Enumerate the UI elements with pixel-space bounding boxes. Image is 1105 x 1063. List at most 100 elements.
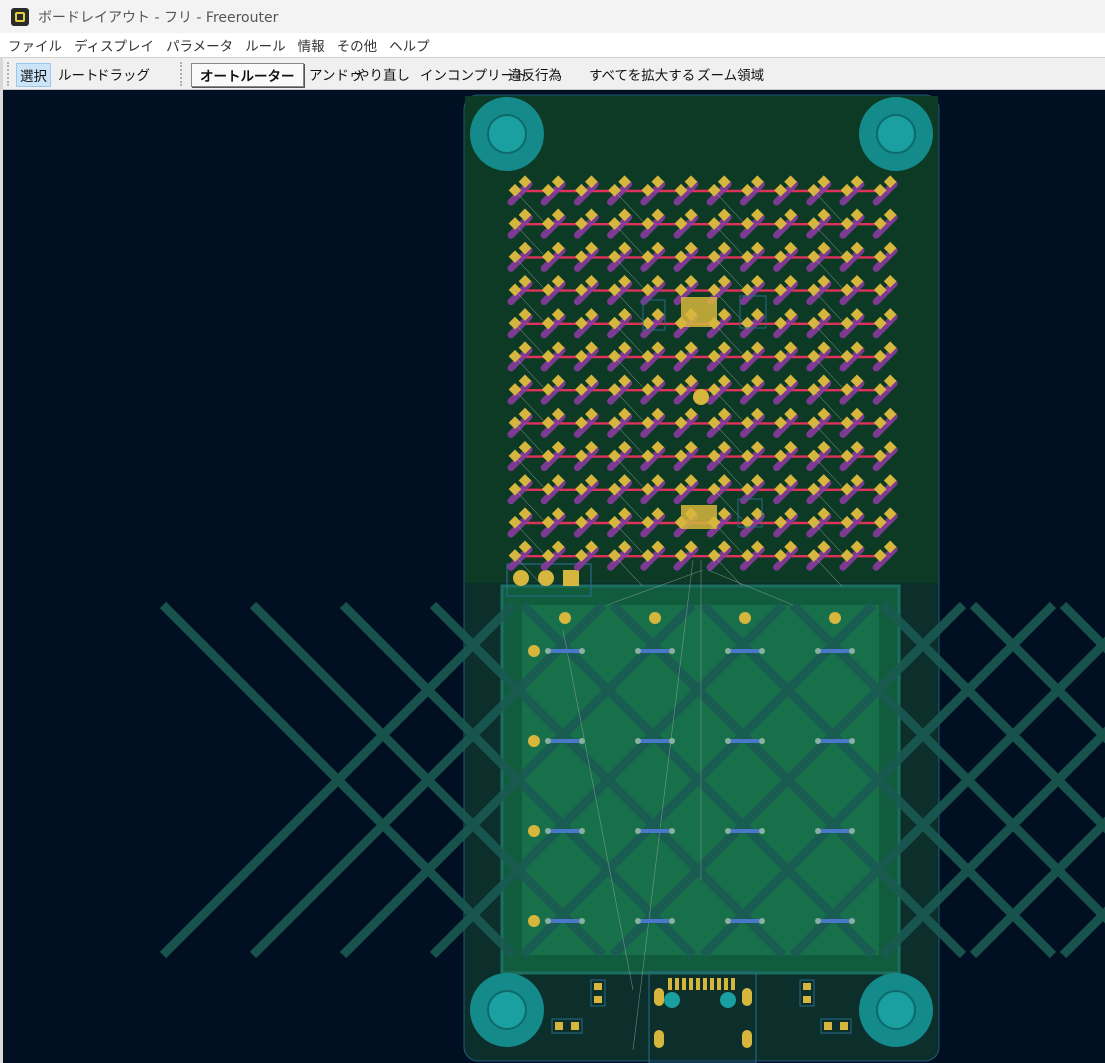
pcb-layout-view[interactable]	[3, 90, 1105, 1063]
toolbar-grip[interactable]	[7, 62, 12, 86]
smd-pad	[803, 983, 811, 990]
switch-pin	[579, 828, 585, 834]
mounting-hole	[487, 990, 527, 1030]
switch-pin	[725, 648, 731, 654]
switch-pin	[759, 738, 765, 744]
undo-button[interactable]: アンドゥ	[309, 63, 362, 85]
switch-pin	[725, 828, 731, 834]
select-mode-button[interactable]: 選択	[16, 63, 51, 87]
menu-info[interactable]: 情報	[298, 35, 325, 55]
usb-pin	[696, 978, 700, 990]
switch-pin	[635, 648, 641, 654]
usb-hole	[664, 992, 680, 1008]
switch-pin	[849, 738, 855, 744]
menu-file[interactable]: ファイル	[8, 35, 62, 55]
usb-shield-pad	[654, 988, 664, 1006]
switch-pin	[635, 738, 641, 744]
smd-pad	[555, 1022, 563, 1030]
smd-pad	[571, 1022, 579, 1030]
smd-pad	[594, 996, 602, 1003]
switch-pin	[545, 918, 551, 924]
switch-pin	[815, 918, 821, 924]
switch-pin	[579, 918, 585, 924]
switch-pin	[545, 648, 551, 654]
switch-pin	[579, 648, 585, 654]
switch-pad	[649, 612, 661, 624]
switch-pad	[559, 612, 571, 624]
switch-pin	[669, 828, 675, 834]
mounting-hole	[487, 114, 527, 154]
mounting-hole	[876, 114, 916, 154]
switch-pin	[545, 828, 551, 834]
usb-pin	[682, 978, 686, 990]
redo-button[interactable]: やり直し	[356, 63, 410, 85]
menu-bar: ファイル ディスプレイ パラメータ ルール 情報 その他 ヘルプ	[0, 33, 1105, 58]
ic-lower	[681, 505, 717, 529]
keypad-diagonal	[1059, 601, 1105, 654]
zoom-region-button[interactable]: ズーム領域	[697, 63, 764, 85]
usb-shield-pad	[742, 1030, 752, 1048]
zoom-all-button[interactable]: すべてを拡大する	[589, 63, 695, 85]
switch-pad	[528, 645, 540, 657]
usb-pin	[668, 978, 672, 990]
autorouter-button[interactable]: オートルーター	[191, 63, 304, 87]
switch-pin	[849, 648, 855, 654]
switch-pin	[545, 738, 551, 744]
usb-shield-pad	[742, 988, 752, 1006]
menu-display[interactable]: ディスプレイ	[74, 35, 154, 55]
board-canvas[interactable]	[3, 90, 1105, 1063]
switch-pin	[849, 828, 855, 834]
smd-pad	[824, 1022, 832, 1030]
menu-help[interactable]: ヘルプ	[389, 35, 430, 55]
switch-pad	[528, 735, 540, 747]
via-pad	[693, 389, 709, 405]
usb-shield-pad	[654, 1030, 664, 1048]
switch-pin	[759, 648, 765, 654]
switch-pin	[815, 648, 821, 654]
smd-pad	[840, 1022, 848, 1030]
connector-pad	[513, 570, 529, 586]
switch-pad	[528, 825, 540, 837]
switch-pin	[815, 828, 821, 834]
route-mode-button[interactable]: ルート	[58, 63, 99, 85]
toolbar: 選択 ルート ドラッグ オートルーター アンドゥ やり直し インコンプリート 違…	[0, 58, 1105, 90]
title-bar: ボードレイアウト - フリ - Freerouter	[0, 0, 1105, 33]
switch-pad	[739, 612, 751, 624]
toolbar-grip[interactable]	[180, 62, 185, 86]
switch-pin	[759, 918, 765, 924]
menu-parameters[interactable]: パラメータ	[166, 35, 233, 55]
usb-pin	[703, 978, 707, 990]
violations-button[interactable]: 違反行為	[508, 63, 562, 85]
switch-pin	[635, 828, 641, 834]
switch-pin	[849, 918, 855, 924]
usb-pin	[717, 978, 721, 990]
drag-mode-button[interactable]: ドラッグ	[96, 63, 150, 85]
switch-pad	[829, 612, 841, 624]
switch-pin	[635, 918, 641, 924]
usb-hole	[720, 992, 736, 1008]
usb-pin	[710, 978, 714, 990]
usb-pin	[731, 978, 735, 990]
switch-pad	[528, 915, 540, 927]
switch-pin	[669, 738, 675, 744]
switch-pin	[815, 738, 821, 744]
freerouter-app-icon	[11, 7, 29, 26]
smd-pad	[803, 996, 811, 1003]
menu-rules[interactable]: ルール	[245, 35, 286, 55]
connector-pad-square	[563, 570, 579, 586]
switch-pin	[725, 918, 731, 924]
switch-pin	[669, 648, 675, 654]
ic-upper	[681, 297, 717, 327]
switch-pin	[669, 918, 675, 924]
switch-pin	[725, 738, 731, 744]
switch-pin	[759, 828, 765, 834]
usb-pin	[724, 978, 728, 990]
menu-other[interactable]: その他	[337, 35, 378, 55]
window-title: ボードレイアウト - フリ - Freerouter	[38, 9, 279, 26]
usb-pin	[689, 978, 693, 990]
usb-pin	[675, 978, 679, 990]
smd-pad	[594, 983, 602, 990]
switch-pin	[579, 738, 585, 744]
keypad-diagonal	[1059, 906, 1105, 959]
mounting-hole	[876, 990, 916, 1030]
